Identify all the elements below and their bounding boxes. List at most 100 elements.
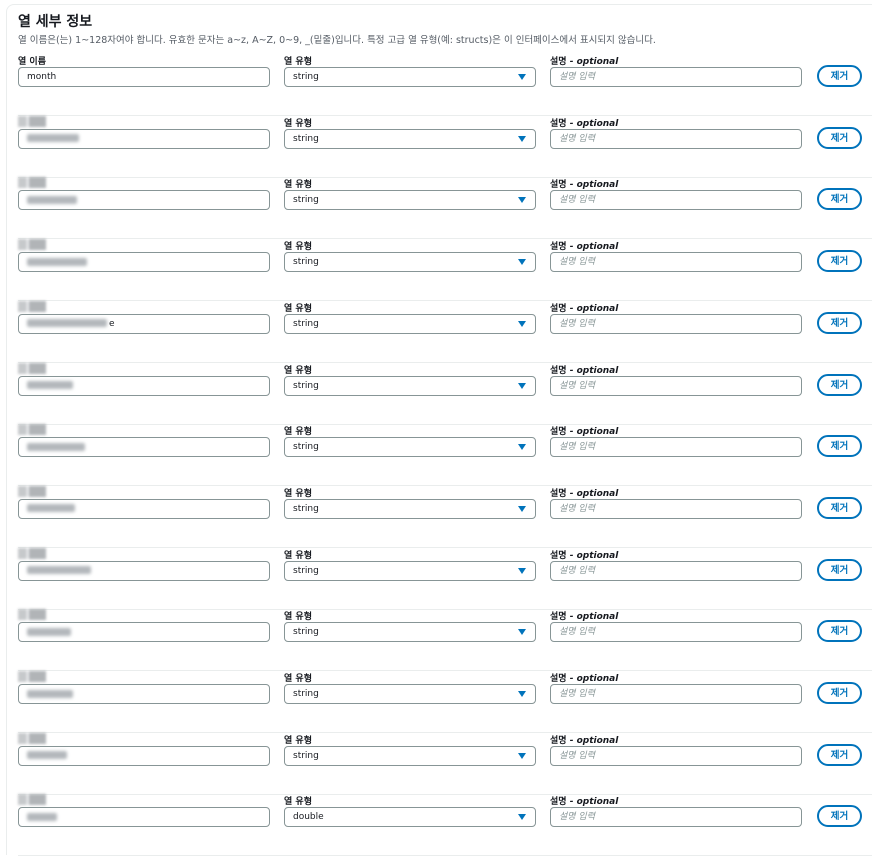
description-placeholder: 설명 입력 bbox=[559, 257, 595, 268]
column-name-input[interactable] bbox=[18, 252, 270, 273]
caret-down-icon bbox=[518, 814, 526, 821]
column-name-input[interactable] bbox=[18, 375, 270, 396]
column-type-value: string bbox=[293, 195, 319, 206]
column-name-input[interactable] bbox=[18, 437, 270, 458]
column-name-input[interactable] bbox=[18, 622, 270, 643]
description-input[interactable]: 설명 입력 bbox=[550, 437, 802, 458]
column-type-select[interactable]: string bbox=[284, 684, 536, 704]
description-placeholder: 설명 입력 bbox=[559, 380, 595, 391]
description-input[interactable]: 설명 입력 bbox=[550, 67, 802, 87]
remove-button[interactable]: 제거 bbox=[817, 558, 862, 581]
description-label: 설명 - optional bbox=[550, 303, 619, 314]
column-row-9: 열 이름 열 유형 string 설명 - optional 설명 입력 제거 bbox=[0, 547, 872, 610]
redacted-name bbox=[27, 751, 67, 760]
redacted-name bbox=[27, 319, 107, 328]
column-name-input[interactable]: month bbox=[18, 67, 270, 87]
remove-button[interactable]: 제거 bbox=[817, 620, 862, 643]
caret-down-icon bbox=[518, 259, 526, 266]
column-type-select[interactable]: string bbox=[284, 745, 536, 766]
description-input[interactable]: 설명 입력 bbox=[550, 622, 802, 643]
caret-down-icon bbox=[518, 505, 526, 512]
column-type-value: string bbox=[293, 565, 319, 576]
column-name-input[interactable] bbox=[18, 190, 270, 211]
remove-button[interactable]: 제거 bbox=[817, 496, 862, 519]
column-type-select[interactable]: string bbox=[284, 498, 536, 519]
column-name-input[interactable] bbox=[18, 128, 270, 149]
column-type-label: 열 유형 bbox=[284, 242, 312, 253]
column-row-7: 열 이름 열 유형 string 설명 - optional 설명 입력 제거 bbox=[0, 424, 872, 487]
column-type-label: 열 유형 bbox=[284, 550, 312, 561]
remove-button[interactable]: 제거 bbox=[817, 188, 862, 211]
description-input[interactable]: 설명 입력 bbox=[550, 745, 802, 766]
caret-down-icon bbox=[518, 629, 526, 636]
description-label: 설명 - optional bbox=[550, 797, 619, 808]
column-type-select[interactable]: double bbox=[284, 807, 536, 828]
description-label: 설명 - optional bbox=[550, 427, 619, 438]
redacted-name bbox=[27, 566, 91, 575]
column-type-select[interactable]: string bbox=[284, 313, 536, 334]
remove-button[interactable]: 제거 bbox=[817, 373, 862, 396]
description-placeholder: 설명 입력 bbox=[559, 503, 595, 514]
remove-button[interactable]: 제거 bbox=[817, 435, 862, 458]
column-type-select[interactable]: string bbox=[284, 190, 536, 211]
description-input[interactable]: 설명 입력 bbox=[550, 190, 802, 211]
description-input[interactable]: 설명 입력 bbox=[550, 807, 802, 828]
caret-down-icon bbox=[518, 197, 526, 204]
column-name-input[interactable] bbox=[18, 745, 270, 766]
remove-button[interactable]: 제거 bbox=[817, 126, 862, 149]
column-type-select[interactable]: string bbox=[284, 622, 536, 643]
column-type-select[interactable]: string bbox=[284, 437, 536, 458]
description-placeholder: 설명 입력 bbox=[559, 627, 595, 638]
remove-button[interactable]: 제거 bbox=[817, 805, 862, 828]
column-name-input[interactable] bbox=[18, 684, 270, 704]
column-type-value: string bbox=[293, 318, 319, 329]
column-row-11: 열 이름 열 유형 string 설명 - optional 설명 입력 제거 bbox=[0, 671, 872, 733]
remove-button[interactable]: 제거 bbox=[817, 743, 862, 766]
column-name-input[interactable] bbox=[18, 498, 270, 519]
column-type-select[interactable]: string bbox=[284, 67, 536, 87]
description-input[interactable]: 설명 입력 bbox=[550, 560, 802, 581]
redacted-name bbox=[27, 381, 73, 389]
column-type-select[interactable]: string bbox=[284, 252, 536, 273]
column-type-value: string bbox=[293, 442, 319, 453]
caret-down-icon bbox=[518, 74, 526, 80]
description-input[interactable]: 설명 입력 bbox=[550, 375, 802, 396]
remove-button[interactable]: 제거 bbox=[817, 311, 862, 334]
column-type-select[interactable]: string bbox=[284, 560, 536, 581]
caret-down-icon bbox=[518, 382, 526, 389]
description-input[interactable]: 설명 입력 bbox=[550, 252, 802, 273]
description-label: 설명 - optional bbox=[550, 242, 619, 253]
column-name-label-redacted bbox=[18, 609, 46, 621]
section-title: 열 세부 정보 bbox=[18, 14, 93, 30]
column-name-input[interactable] bbox=[18, 560, 270, 581]
caret-down-icon bbox=[518, 567, 526, 574]
column-name-input[interactable] bbox=[18, 807, 270, 828]
description-input[interactable]: 설명 입력 bbox=[550, 684, 802, 704]
description-placeholder: 설명 입력 bbox=[559, 565, 595, 576]
column-type-label: 열 유형 bbox=[284, 180, 312, 191]
column-type-label: 열 유형 bbox=[284, 365, 312, 376]
column-name-input[interactable]: e bbox=[18, 313, 270, 334]
column-type-select[interactable]: string bbox=[284, 375, 536, 396]
caret-down-icon bbox=[518, 135, 526, 142]
description-input[interactable]: 설명 입력 bbox=[550, 313, 802, 334]
column-name-label-redacted bbox=[18, 671, 46, 682]
description-label: 설명 - optional bbox=[550, 550, 619, 561]
column-type-label: 열 유형 bbox=[284, 427, 312, 438]
description-placeholder: 설명 입력 bbox=[559, 195, 595, 206]
remove-button[interactable]: 제거 bbox=[817, 682, 862, 704]
column-type-label: 열 유형 bbox=[284, 735, 312, 746]
column-type-value: string bbox=[293, 133, 319, 144]
column-type-label: 열 유형 bbox=[284, 118, 312, 129]
remove-button[interactable]: 제거 bbox=[817, 65, 862, 87]
column-row-1: 열 이름 month 열 유형 string 설명 - optional 설명 … bbox=[0, 54, 872, 116]
column-type-select[interactable]: string bbox=[284, 128, 536, 149]
column-name-label-redacted bbox=[18, 485, 46, 497]
description-input[interactable]: 설명 입력 bbox=[550, 128, 802, 149]
description-input[interactable]: 설명 입력 bbox=[550, 498, 802, 519]
description-placeholder: 설명 입력 bbox=[559, 318, 595, 329]
column-name-label-redacted bbox=[18, 362, 46, 374]
description-label: 설명 - optional bbox=[550, 674, 619, 684]
remove-button[interactable]: 제거 bbox=[817, 250, 862, 273]
column-row-6: 열 이름 열 유형 string 설명 - optional 설명 입력 제거 bbox=[0, 362, 872, 425]
